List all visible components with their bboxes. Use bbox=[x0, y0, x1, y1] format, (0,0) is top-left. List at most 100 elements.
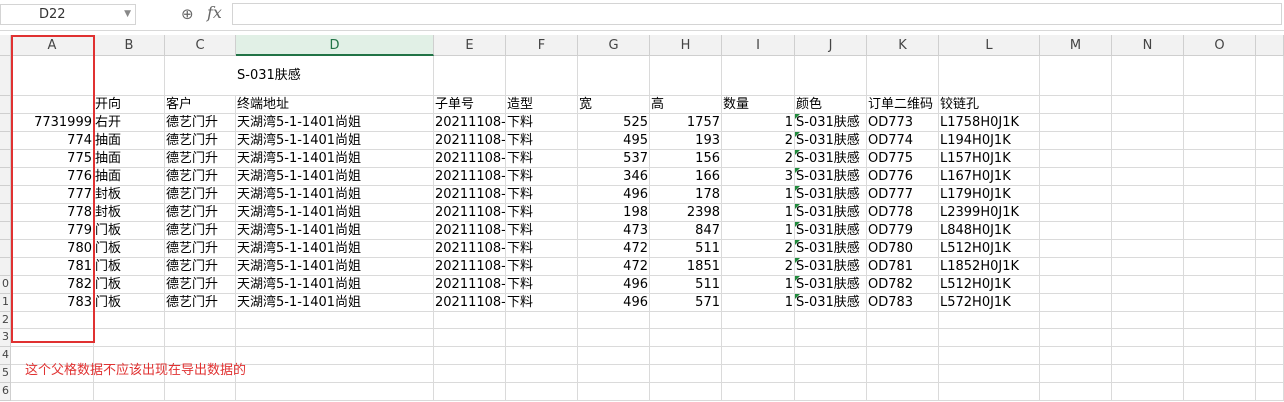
grid-cell[interactable] bbox=[867, 56, 939, 96]
row-header[interactable] bbox=[0, 204, 11, 222]
row-header[interactable]: 3 bbox=[0, 329, 11, 347]
grid-cell[interactable] bbox=[1256, 383, 1284, 401]
grid-cell[interactable] bbox=[650, 329, 722, 347]
data-cell[interactable]: 天湖湾5-1-1401尚姐 bbox=[236, 294, 434, 312]
data-cell[interactable]: 右开 bbox=[94, 114, 165, 132]
grid-cell[interactable] bbox=[165, 312, 236, 329]
grid-cell[interactable] bbox=[722, 347, 795, 365]
data-cell[interactable]: OD780 bbox=[867, 240, 939, 258]
data-cell[interactable]: 775 bbox=[11, 150, 94, 168]
data-cell[interactable]: 20211108- bbox=[434, 294, 506, 312]
data-cell[interactable]: 847 bbox=[650, 222, 722, 240]
grid-cell[interactable] bbox=[578, 365, 650, 383]
data-cell[interactable]: L179H0J1K bbox=[939, 186, 1040, 204]
grid-cell[interactable] bbox=[795, 312, 867, 329]
data-cell[interactable]: 天湖湾5-1-1401尚姐 bbox=[236, 204, 434, 222]
data-cell[interactable]: 2 bbox=[722, 132, 795, 150]
grid-cell[interactable] bbox=[867, 347, 939, 365]
data-cell[interactable]: 德艺门升 bbox=[165, 186, 236, 204]
data-cell[interactable]: 天湖湾5-1-1401尚姐 bbox=[236, 168, 434, 186]
grid-cell[interactable] bbox=[236, 347, 434, 365]
grid-cell[interactable] bbox=[1040, 114, 1112, 132]
grid-cell[interactable] bbox=[1112, 56, 1184, 96]
data-cell[interactable]: 德艺门升 bbox=[165, 204, 236, 222]
grid-cell[interactable] bbox=[1040, 258, 1112, 276]
data-cell[interactable]: L194H0J1K bbox=[939, 132, 1040, 150]
grid-cell[interactable] bbox=[1256, 276, 1284, 294]
column-header-g[interactable]: G bbox=[578, 35, 650, 56]
grid-cell[interactable] bbox=[1112, 347, 1184, 365]
grid-cell[interactable] bbox=[1256, 240, 1284, 258]
data-cell[interactable]: 7731999 bbox=[11, 114, 94, 132]
data-cell[interactable]: L1758H0J1K bbox=[939, 114, 1040, 132]
grid-cell[interactable] bbox=[165, 56, 236, 96]
data-cell[interactable]: 20211108- bbox=[434, 204, 506, 222]
grid-cell[interactable] bbox=[650, 365, 722, 383]
grid-cell[interactable] bbox=[1256, 365, 1284, 383]
grid-cell[interactable] bbox=[506, 329, 578, 347]
data-cell[interactable]: 门板 bbox=[94, 294, 165, 312]
data-cell[interactable]: 166 bbox=[650, 168, 722, 186]
header-cell[interactable]: 客户 bbox=[165, 96, 236, 114]
grid-cell[interactable] bbox=[434, 383, 506, 401]
data-cell[interactable]: 1 bbox=[722, 222, 795, 240]
grid-cell[interactable] bbox=[939, 383, 1040, 401]
grid-cell[interactable] bbox=[506, 56, 578, 96]
grid-cell[interactable] bbox=[650, 383, 722, 401]
grid-cell[interactable] bbox=[165, 383, 236, 401]
data-cell[interactable]: 1 bbox=[722, 114, 795, 132]
data-cell[interactable]: L157H0J1K bbox=[939, 150, 1040, 168]
grid-cell[interactable] bbox=[506, 383, 578, 401]
data-cell[interactable]: 封板 bbox=[94, 186, 165, 204]
header-cell[interactable]: 颜色 bbox=[795, 96, 867, 114]
grid-cell[interactable] bbox=[939, 329, 1040, 347]
data-cell[interactable]: L848H0J1K bbox=[939, 222, 1040, 240]
grid-cell[interactable] bbox=[1040, 276, 1112, 294]
data-cell[interactable]: 472 bbox=[578, 258, 650, 276]
grid-cell[interactable] bbox=[1256, 204, 1284, 222]
data-cell[interactable]: 下料 bbox=[506, 132, 578, 150]
data-cell[interactable]: S-031肤感 bbox=[795, 114, 867, 132]
data-cell[interactable]: 783 bbox=[11, 294, 94, 312]
data-cell[interactable]: 20211108- bbox=[434, 132, 506, 150]
data-cell[interactable]: 下料 bbox=[506, 276, 578, 294]
data-cell[interactable]: L572H0J1K bbox=[939, 294, 1040, 312]
data-cell[interactable]: 571 bbox=[650, 294, 722, 312]
data-cell[interactable]: S-031肤感 bbox=[795, 294, 867, 312]
data-cell[interactable]: 天湖湾5-1-1401尚姐 bbox=[236, 240, 434, 258]
grid-cell[interactable] bbox=[1040, 132, 1112, 150]
row-header[interactable]: 2 bbox=[0, 312, 11, 329]
header-cell[interactable]: 宽 bbox=[578, 96, 650, 114]
data-cell[interactable]: S-031肤感 bbox=[795, 204, 867, 222]
grid-cell[interactable] bbox=[1112, 150, 1184, 168]
grid-cell[interactable] bbox=[94, 329, 165, 347]
data-cell[interactable]: 下料 bbox=[506, 294, 578, 312]
grid-cell[interactable] bbox=[1040, 347, 1112, 365]
grid-cell[interactable] bbox=[795, 329, 867, 347]
grid-cell[interactable] bbox=[1184, 240, 1256, 258]
data-cell[interactable]: OD782 bbox=[867, 276, 939, 294]
data-cell[interactable]: 496 bbox=[578, 276, 650, 294]
data-cell[interactable]: 20211108- bbox=[434, 240, 506, 258]
grid-cell[interactable] bbox=[1256, 96, 1284, 114]
grid-cell[interactable] bbox=[1040, 222, 1112, 240]
grid-cell[interactable] bbox=[1184, 168, 1256, 186]
row-header[interactable] bbox=[0, 114, 11, 132]
grid-cell[interactable] bbox=[722, 312, 795, 329]
grid-cell[interactable] bbox=[578, 329, 650, 347]
data-cell[interactable]: 德艺门升 bbox=[165, 276, 236, 294]
grid-cell[interactable] bbox=[1112, 365, 1184, 383]
grid-cell[interactable] bbox=[650, 312, 722, 329]
grid-cell[interactable] bbox=[1112, 96, 1184, 114]
grid-cell[interactable] bbox=[1112, 383, 1184, 401]
data-cell[interactable]: OD775 bbox=[867, 150, 939, 168]
grid-cell[interactable] bbox=[939, 312, 1040, 329]
row-header[interactable]: 6 bbox=[0, 383, 11, 401]
grid-cell[interactable] bbox=[650, 56, 722, 96]
column-header-j[interactable]: J bbox=[795, 35, 867, 56]
data-cell[interactable]: 537 bbox=[578, 150, 650, 168]
data-cell[interactable]: 782 bbox=[11, 276, 94, 294]
data-cell[interactable]: 天湖湾5-1-1401尚姐 bbox=[236, 258, 434, 276]
grid-cell[interactable] bbox=[11, 56, 94, 96]
grid-cell[interactable] bbox=[1184, 186, 1256, 204]
